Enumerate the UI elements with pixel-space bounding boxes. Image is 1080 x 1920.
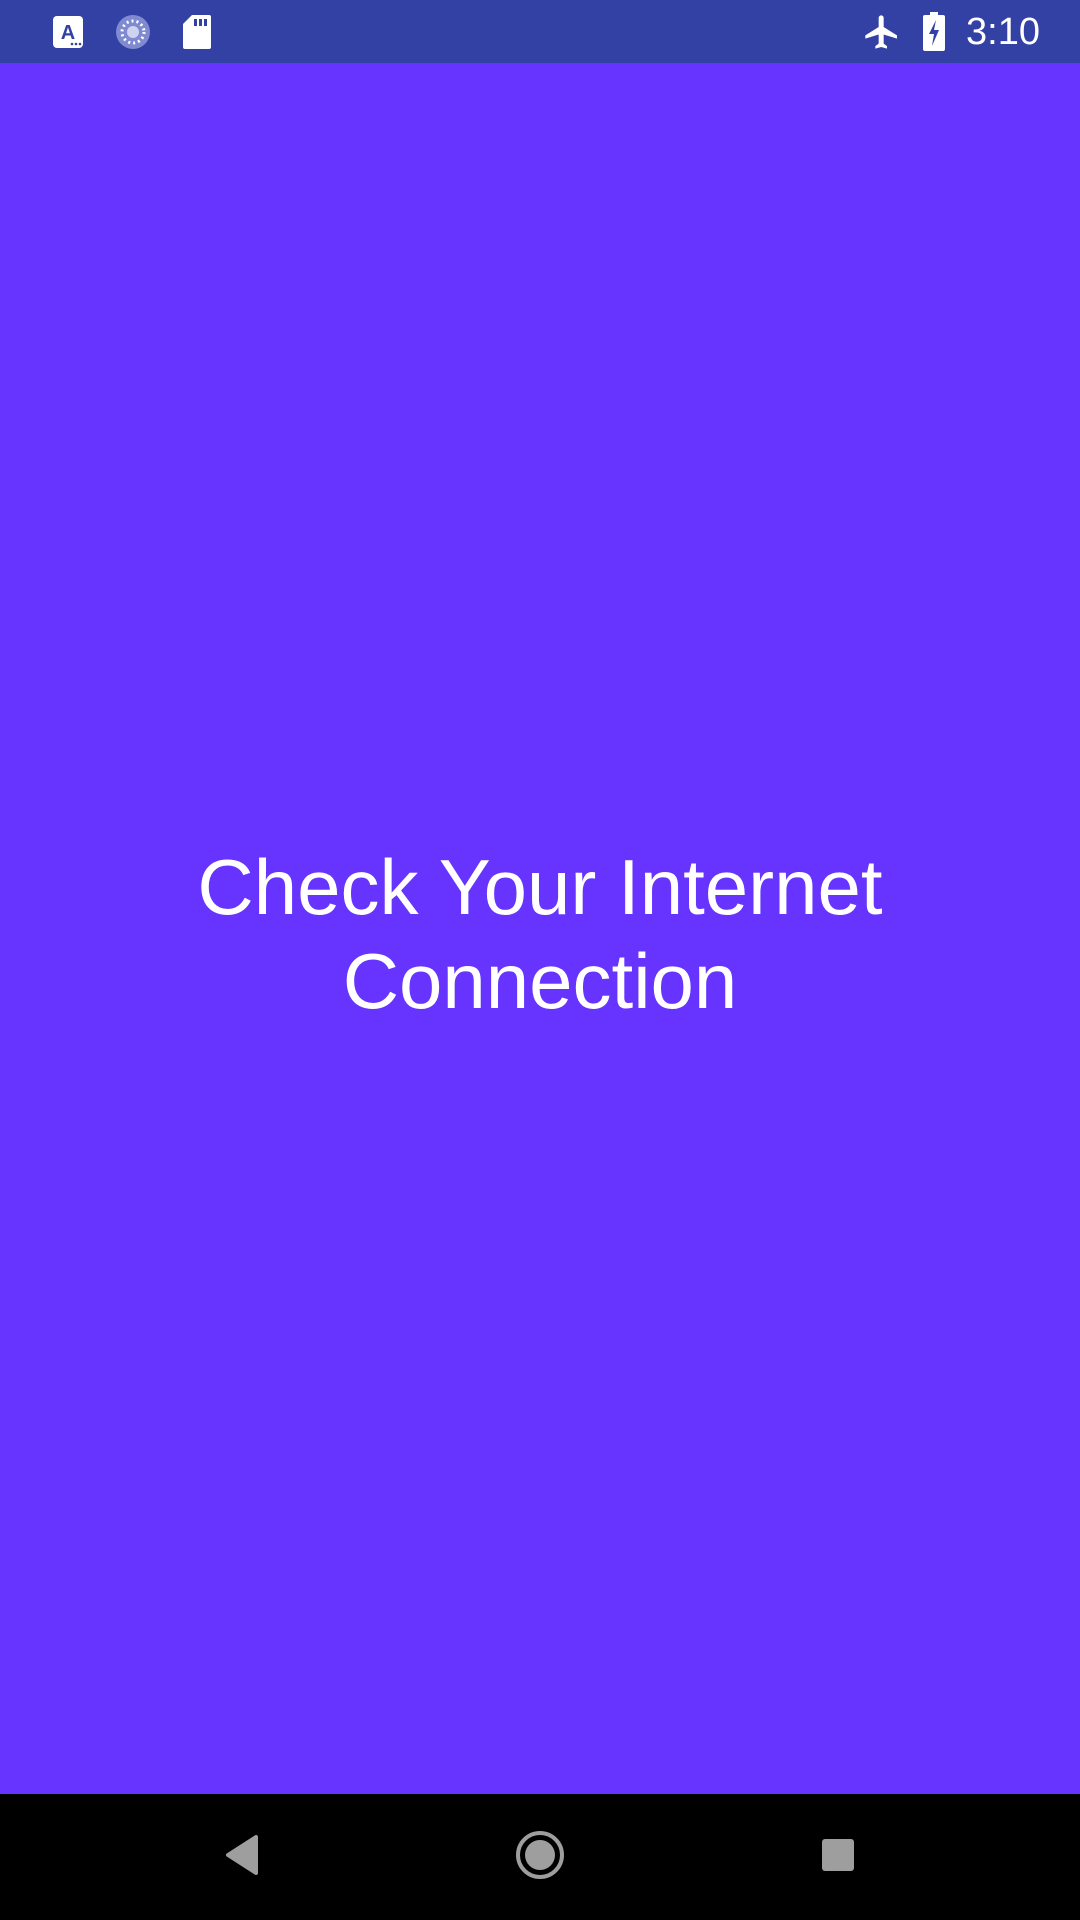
status-bar: A 3:10 <box>0 0 1080 63</box>
recents-button[interactable] <box>768 1794 908 1920</box>
status-right-icons: 3:10 <box>862 10 1040 54</box>
home-button[interactable] <box>470 1794 610 1920</box>
accessibility-a-icon: A <box>52 15 84 49</box>
no-connection-message: Check Your Internet Connection <box>0 840 1080 1028</box>
back-icon <box>222 1833 262 1882</box>
sd-card-icon <box>182 14 212 50</box>
recents-icon <box>820 1837 856 1878</box>
navigation-bar <box>0 1794 1080 1920</box>
message-line-2: Connection <box>342 937 738 1025</box>
home-icon <box>514 1829 566 1886</box>
sync-spinner-icon <box>114 13 152 51</box>
status-left-icons: A <box>52 12 212 52</box>
message-line-1: Check Your Internet <box>197 843 883 931</box>
battery-charging-icon <box>922 12 946 52</box>
status-clock: 3:10 <box>966 10 1040 53</box>
airplane-mode-icon <box>862 12 902 52</box>
svg-text:A: A <box>61 22 75 44</box>
back-button[interactable] <box>172 1794 312 1920</box>
